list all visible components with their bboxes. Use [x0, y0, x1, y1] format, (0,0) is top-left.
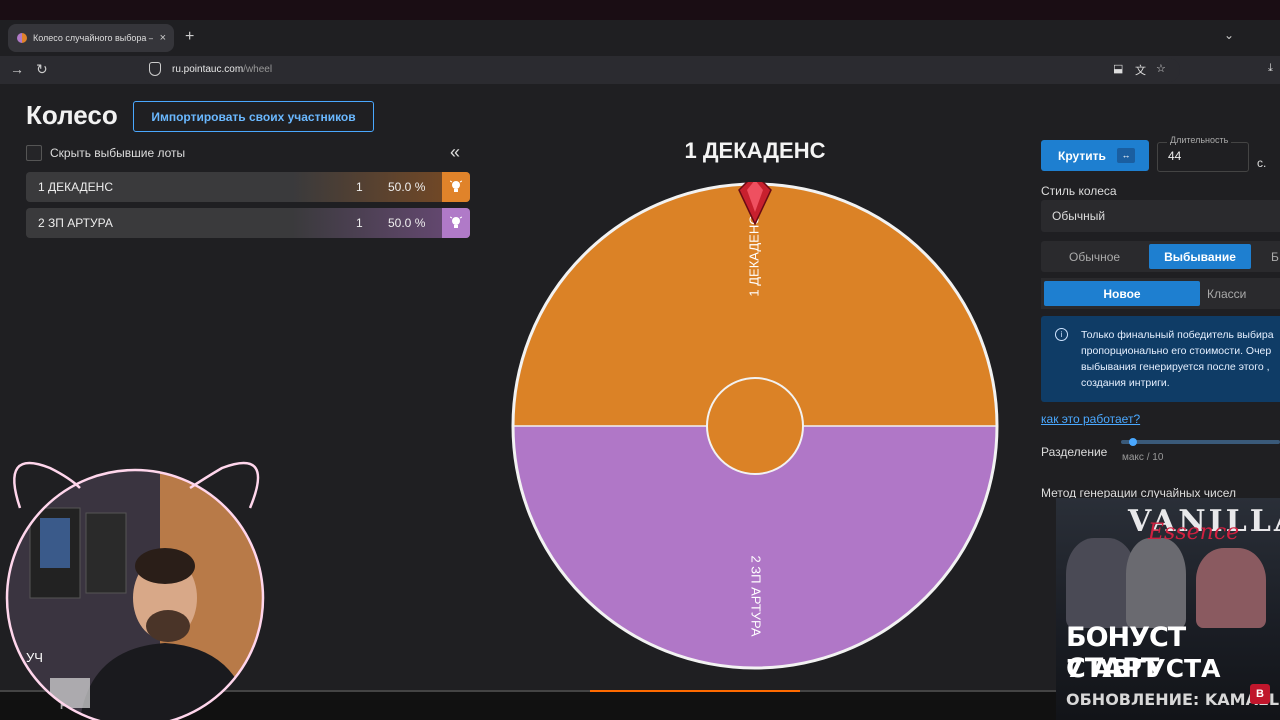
translate-icon[interactable]: 文 [1135, 62, 1146, 78]
tab-normal[interactable]: Обычное [1069, 250, 1120, 264]
lot-row[interactable]: 1 ДЕКАДЕНС 1 50.0 % [26, 172, 470, 202]
info-line: пропорционально его стоимости. Очер [1081, 345, 1272, 357]
wheel-style-value[interactable]: Обычный [1052, 209, 1105, 223]
duration-value[interactable]: 44 [1168, 149, 1181, 163]
promo-figure [1126, 538, 1186, 628]
import-participants-button[interactable]: Импортировать своих участников [133, 101, 374, 132]
info-line: создания интриги. [1081, 377, 1170, 389]
promo-line3: ОБНОВЛЕНИЕ: KAMAEL [1066, 690, 1280, 709]
star-icon[interactable]: ☆ [1156, 62, 1166, 75]
close-tab-icon[interactable]: × [160, 32, 166, 44]
wheel-center [706, 377, 804, 475]
slider-thumb[interactable] [1128, 438, 1137, 446]
lot-count: 1 [356, 180, 363, 194]
split-slider[interactable] [1121, 438, 1280, 446]
lot-name: 2 ЗП АРТУРА [38, 216, 113, 230]
lot-count: 1 [356, 216, 363, 230]
split-hint: макс / 10 [1122, 452, 1164, 463]
duration-unit: с. [1257, 156, 1267, 170]
forward-icon[interactable]: → [10, 61, 24, 77]
url-text[interactable]: ru.pointauc.com/wheel [172, 64, 272, 75]
lot-percent: 50.0 % [388, 216, 426, 230]
browser-tab[interactable]: Колесо случайного выбора – × [8, 24, 174, 52]
sector-label: 2 ЗП АРТУРА [749, 555, 764, 636]
hide-eliminated-checkbox[interactable] [26, 145, 42, 161]
duration-label: Длительность [1167, 135, 1232, 145]
address-bar[interactable] [140, 58, 1180, 82]
downloads-icon[interactable]: ⤓ [1268, 62, 1273, 75]
how-it-works-link[interactable]: как это работает? [1041, 412, 1140, 426]
promo-banner[interactable]: VANILLA Essence БОНУСТ СТАРТ 7 АВГУСТА О… [1056, 498, 1280, 720]
mode-tabs: Обычное Выбывание Б [1041, 241, 1280, 272]
cam-text: УЧ [26, 650, 43, 665]
spin-options-icon[interactable]: ↔ [1117, 148, 1135, 163]
lot-row[interactable]: 2 ЗП АРТУРА 1 50.0 % [26, 208, 470, 238]
info-line: Только финальный победитель выбира [1081, 329, 1274, 341]
lot-percent: 50.0 % [388, 180, 426, 194]
page-title: Колесо [26, 100, 118, 130]
info-box: i Только финальный победитель выбира про… [1041, 316, 1280, 402]
collapse-panel-button[interactable]: « [450, 142, 460, 163]
hide-eliminated-label: Скрыть выбывшие лоты [50, 146, 186, 160]
webcam-overlay: УЧ [5, 461, 265, 720]
new-tab-button[interactable]: + [185, 28, 194, 46]
promo-line2: 7 АВГУСТА [1066, 654, 1221, 683]
sector-label: 1 ДЕКАДЕНС [746, 215, 761, 296]
wheel-style-label: Стиль колеса [1041, 184, 1117, 198]
window-top-strip [0, 0, 1280, 20]
tab-title: Колесо случайного выбора – [33, 33, 153, 43]
lightbulb-icon[interactable] [442, 172, 470, 202]
tab-elimination[interactable]: Выбывание [1149, 244, 1251, 269]
winner-title: 1 ДЕКАДЕНС [684, 138, 826, 163]
shield-icon[interactable] [149, 62, 161, 76]
favicon-icon [17, 33, 27, 43]
promo-brand-script: Essence [1148, 520, 1240, 545]
info-icon: i [1055, 328, 1068, 341]
split-label: Разделение [1041, 445, 1108, 459]
info-line: выбывания генерируется после этого , [1081, 361, 1270, 373]
reload-icon[interactable]: ↻ [36, 61, 48, 78]
tab-classic[interactable]: Класси [1207, 287, 1246, 301]
promo-figure [1196, 548, 1266, 628]
spin-button[interactable]: Крутить ↔ [1041, 140, 1149, 171]
tab-third[interactable]: Б [1271, 250, 1279, 264]
elimination-subtabs: Новое Класси [1041, 278, 1280, 309]
lightbulb-icon[interactable] [442, 208, 470, 238]
promo-badge: B [1250, 684, 1270, 704]
tab-list-dropdown-icon[interactable]: ⌄ [1224, 28, 1234, 42]
download-page-icon[interactable]: ⬓ [1113, 62, 1123, 75]
wheel[interactable]: 1 ДЕКАДЕНС 2 ЗП АРТУРА [511, 182, 999, 670]
lot-name: 1 ДЕКАДЕНС [38, 180, 113, 194]
tab-new[interactable]: Новое [1044, 281, 1200, 306]
